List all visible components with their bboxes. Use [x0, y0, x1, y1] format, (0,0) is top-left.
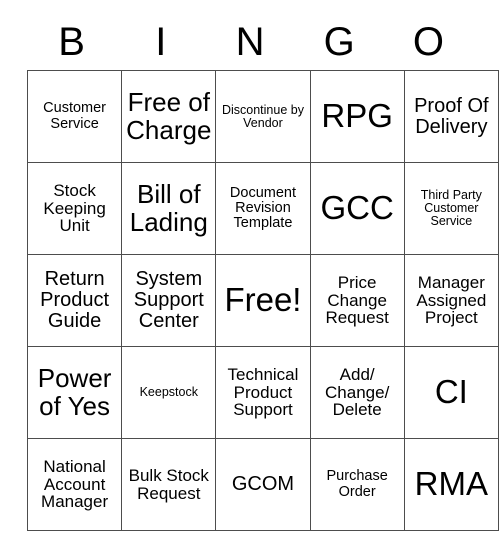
- bingo-cell[interactable]: GCC: [309, 162, 405, 255]
- bingo-cell[interactable]: Keepstock: [121, 346, 217, 439]
- bingo-grid: Customer Service Free of Charge Disconti…: [26, 70, 499, 531]
- bingo-cell[interactable]: RMA: [403, 438, 499, 531]
- bingo-cell-free[interactable]: Free!: [215, 254, 311, 347]
- bingo-cell[interactable]: Customer Service: [26, 70, 123, 163]
- bingo-cell[interactable]: Third Party Customer Service: [403, 162, 499, 255]
- bingo-cell[interactable]: Technical Product Support: [215, 346, 311, 439]
- bingo-cell[interactable]: CI: [403, 346, 499, 439]
- bingo-cell[interactable]: Proof Of Delivery: [403, 70, 499, 163]
- bingo-cell[interactable]: Document Revision Template: [215, 162, 311, 255]
- bingo-cell[interactable]: GCOM: [215, 438, 311, 531]
- bingo-row: Customer Service Free of Charge Disconti…: [26, 70, 499, 163]
- header-letter-b: B: [58, 20, 85, 64]
- bingo-cell[interactable]: Add/ Change/ Delete: [309, 346, 405, 439]
- bingo-cell[interactable]: Price Change Request: [309, 254, 405, 347]
- bingo-row: Power of Yes Keepstock Technical Product…: [26, 346, 499, 439]
- bingo-cell[interactable]: Purchase Order: [309, 438, 405, 531]
- header-letter-o: O: [412, 20, 444, 64]
- bingo-cell[interactable]: Discontinue by Vendor: [215, 70, 311, 163]
- bingo-cell[interactable]: Bulk Stock Request: [121, 438, 217, 531]
- bingo-row: Return Product Guide System Support Cent…: [26, 254, 499, 347]
- bingo-header: B I N G O: [27, 14, 473, 70]
- bingo-cell[interactable]: Return Product Guide: [26, 254, 123, 347]
- bingo-card: B I N G O Customer Service Free of Charg…: [26, 14, 499, 531]
- bingo-cell[interactable]: Manager Assigned Project: [403, 254, 499, 347]
- bingo-row: National Account Manager Bulk Stock Requ…: [26, 438, 499, 531]
- header-letter-g: G: [323, 20, 355, 64]
- bingo-cell[interactable]: National Account Manager: [26, 438, 123, 531]
- bingo-cell[interactable]: Bill of Lading: [121, 162, 217, 255]
- bingo-cell[interactable]: Free of Charge: [121, 70, 217, 163]
- bingo-cell[interactable]: System Support Center: [121, 254, 217, 347]
- bingo-cell[interactable]: RPG: [309, 70, 405, 163]
- bingo-row: Stock Keeping Unit Bill of Lading Docume…: [26, 162, 499, 255]
- bingo-cell[interactable]: Stock Keeping Unit: [26, 162, 123, 255]
- header-letter-i: I: [155, 20, 167, 64]
- header-letter-n: N: [235, 20, 265, 64]
- bingo-cell[interactable]: Power of Yes: [26, 346, 123, 439]
